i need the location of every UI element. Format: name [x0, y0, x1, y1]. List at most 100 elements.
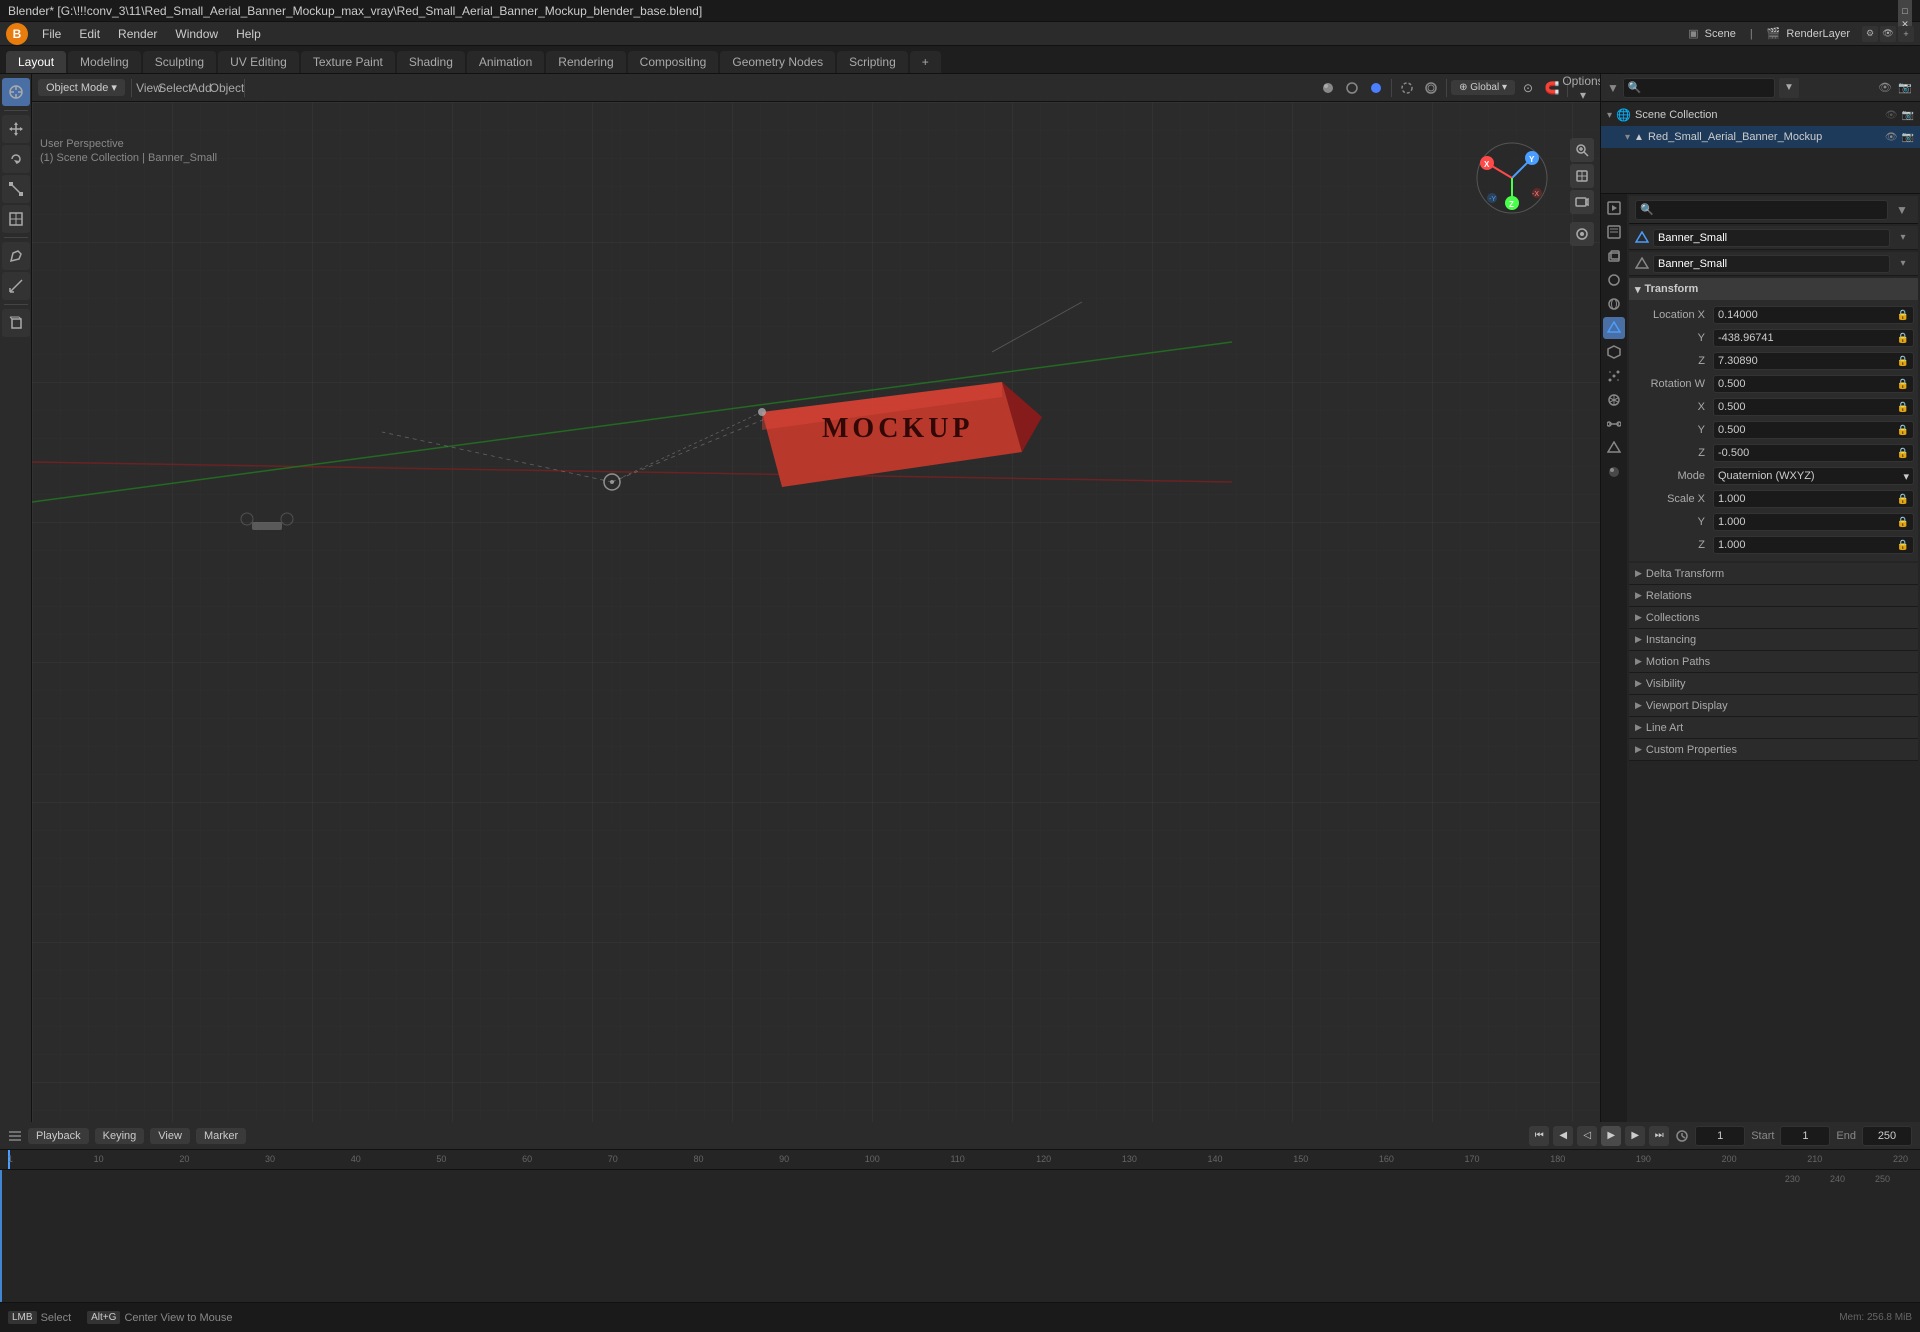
scene-collection-row[interactable]: ▾ 🌐 Scene Collection 👁 📷	[1601, 104, 1920, 126]
tab-layout[interactable]: Layout	[6, 51, 66, 73]
proportional-edit[interactable]: ⊙	[1517, 77, 1539, 99]
rotation-z-lock[interactable]: 🔒	[1897, 448, 1909, 459]
tab-geometry-nodes[interactable]: Geometry Nodes	[720, 51, 835, 73]
tab-modeling[interactable]: Modeling	[68, 51, 141, 73]
scale-z-lock[interactable]: 🔒	[1897, 540, 1909, 551]
tab-texture-paint[interactable]: Texture Paint	[301, 51, 395, 73]
tab-shading[interactable]: Shading	[397, 51, 465, 73]
zoom-in-btn[interactable]	[1570, 138, 1594, 162]
3d-viewport[interactable]: Object Mode ▾ View Select Add Object	[32, 74, 1600, 1122]
tab-add[interactable]: +	[910, 51, 941, 73]
scale-tool[interactable]	[2, 175, 30, 203]
data-name-field[interactable]: Banner_Small	[1653, 255, 1890, 273]
object-menu[interactable]: Object	[216, 77, 238, 99]
rotation-mode-dropdown[interactable]: Quaternion (WXYZ) ▾	[1713, 467, 1914, 485]
local-view-btn[interactable]	[1570, 222, 1594, 246]
step-back-btn[interactable]: ◀	[1553, 1126, 1573, 1146]
outliner-filter-btn[interactable]: ▼	[1779, 78, 1799, 98]
play-reverse-btn[interactable]: ◁	[1577, 1126, 1597, 1146]
location-z-value[interactable]: 7.30890 🔒	[1713, 352, 1914, 370]
object-name-field[interactable]: Banner_Small	[1653, 229, 1890, 247]
toggle-xray[interactable]	[1420, 77, 1442, 99]
viewport-shading-material[interactable]	[1341, 77, 1363, 99]
hand-tool-btn[interactable]	[1570, 164, 1594, 188]
scale-y-value[interactable]: 1.000 🔒	[1713, 513, 1914, 531]
camera-view-btn[interactable]	[1570, 190, 1594, 214]
view-menu[interactable]: View	[138, 77, 160, 99]
scale-z-value[interactable]: 1.000 🔒	[1713, 536, 1914, 554]
viewport-shading-rendered[interactable]	[1365, 77, 1387, 99]
rotate-tool[interactable]	[2, 145, 30, 173]
transform-tool[interactable]	[2, 205, 30, 233]
menu-edit[interactable]: Edit	[71, 25, 108, 43]
instancing-section[interactable]: ▶ Instancing	[1629, 629, 1918, 651]
scale-x-lock[interactable]: 🔒	[1897, 494, 1909, 505]
tab-scripting[interactable]: Scripting	[837, 51, 908, 73]
maximize-button[interactable]: □	[1898, 4, 1912, 18]
viewport-shading-solid[interactable]	[1317, 77, 1339, 99]
playback-btn[interactable]: Playback	[28, 1128, 89, 1144]
collections-section[interactable]: ▶ Collections	[1629, 607, 1918, 629]
transform-section-header[interactable]: ▾ Transform	[1629, 278, 1918, 300]
tab-rendering[interactable]: Rendering	[546, 51, 625, 73]
end-frame-field[interactable]: 250	[1862, 1126, 1912, 1146]
tab-uv-editing[interactable]: UV Editing	[218, 51, 299, 73]
item-cam[interactable]: 📷	[1902, 132, 1914, 143]
rotation-y-lock[interactable]: 🔒	[1897, 425, 1909, 436]
prop-icon-output[interactable]	[1603, 221, 1625, 243]
move-tool[interactable]	[2, 115, 30, 143]
prop-icon-material[interactable]	[1603, 461, 1625, 483]
viewport-display-section[interactable]: ▶ Viewport Display	[1629, 695, 1918, 717]
outliner-cam-1[interactable]: 📷	[1902, 110, 1914, 121]
delta-transform-section[interactable]: ▶ Delta Transform	[1629, 563, 1918, 585]
scale-x-value[interactable]: 1.000 🔒	[1713, 490, 1914, 508]
prop-icon-modifier[interactable]	[1603, 341, 1625, 363]
location-x-lock[interactable]: 🔒	[1897, 310, 1909, 321]
prop-icon-data[interactable]	[1603, 437, 1625, 459]
prop-icon-constraints[interactable]	[1603, 413, 1625, 435]
cursor-tool[interactable]	[2, 78, 30, 106]
outliner-eye-1[interactable]: 👁	[1885, 110, 1898, 121]
keying-btn[interactable]: Keying	[95, 1128, 145, 1144]
header-icon-3[interactable]: +	[1898, 26, 1914, 42]
options-btn[interactable]: Options ▾	[1572, 77, 1594, 99]
scale-y-lock[interactable]: 🔒	[1897, 517, 1909, 528]
header-icon-1[interactable]: ⚙	[1862, 26, 1878, 42]
outliner-item-banner[interactable]: ▾ ▲ Red_Small_Aerial_Banner_Mockup 👁 📷	[1601, 126, 1920, 148]
tab-sculpting[interactable]: Sculpting	[143, 51, 216, 73]
annotate-tool[interactable]	[2, 242, 30, 270]
outliner-eye-icon[interactable]: 👁	[1876, 79, 1894, 97]
menu-help[interactable]: Help	[228, 25, 269, 43]
prop-icon-view-layer[interactable]	[1603, 245, 1625, 267]
object-mode-dropdown[interactable]: Object Mode ▾	[38, 79, 125, 96]
props-search-input[interactable]	[1635, 200, 1888, 220]
rotation-y-value[interactable]: 0.500 🔒	[1713, 421, 1914, 439]
prop-icon-object[interactable]	[1603, 317, 1625, 339]
location-y-value[interactable]: -438.96741 🔒	[1713, 329, 1914, 347]
line-art-section[interactable]: ▶ Line Art	[1629, 717, 1918, 739]
tab-compositing[interactable]: Compositing	[628, 51, 719, 73]
rotation-x-lock[interactable]: 🔒	[1897, 402, 1909, 413]
prop-icon-world[interactable]	[1603, 293, 1625, 315]
marker-btn[interactable]: Marker	[196, 1128, 246, 1144]
navigation-gizmo[interactable]: Y X Z -Y -X	[1472, 138, 1552, 218]
transform-space-global[interactable]: ⊕ Global ▾	[1451, 80, 1515, 95]
location-y-lock[interactable]: 🔒	[1897, 333, 1909, 344]
jump-end-btn[interactable]: ⏭	[1649, 1126, 1669, 1146]
tab-animation[interactable]: Animation	[467, 51, 544, 73]
jump-start-btn[interactable]: ⏮	[1529, 1126, 1549, 1146]
step-fwd-btn[interactable]: ▶	[1625, 1126, 1645, 1146]
location-x-value[interactable]: 0.14000 🔒	[1713, 306, 1914, 324]
toggle-overlays[interactable]	[1396, 77, 1418, 99]
play-pause-btn[interactable]: ▶	[1601, 1126, 1621, 1146]
data-select-btn[interactable]: ▾	[1894, 255, 1912, 273]
add-cube-tool[interactable]	[2, 309, 30, 337]
prop-icon-physics[interactable]	[1603, 389, 1625, 411]
measure-tool[interactable]	[2, 272, 30, 300]
menu-render[interactable]: Render	[110, 25, 165, 43]
prop-icon-particles[interactable]	[1603, 365, 1625, 387]
rotation-x-value[interactable]: 0.500 🔒	[1713, 398, 1914, 416]
blender-logo[interactable]: B	[6, 23, 28, 45]
header-icon-2[interactable]: 👁	[1880, 26, 1896, 42]
snap-toggle[interactable]: 🧲	[1541, 77, 1563, 99]
